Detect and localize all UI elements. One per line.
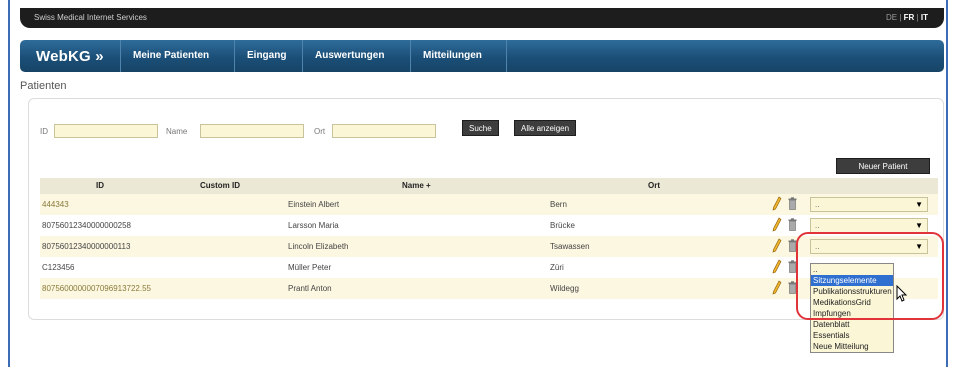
cell-name: Lincoln Elizabeth <box>288 242 349 251</box>
show-all-button[interactable]: Alle anzeigen <box>514 120 577 136</box>
ort-input[interactable] <box>332 124 436 138</box>
cell-ort: Brücke <box>550 221 575 230</box>
name-input[interactable] <box>200 124 304 138</box>
cell-name: Larsson Maria <box>288 221 339 230</box>
id-input[interactable] <box>54 124 158 138</box>
cell-id: 8075600000007096913722.55 <box>42 284 152 293</box>
col-name[interactable]: Name + <box>402 181 431 190</box>
cell-ort: Züri <box>550 263 564 272</box>
edit-pencil-icon[interactable] <box>772 196 782 211</box>
action-select-value: .. <box>815 200 820 209</box>
nav-divider <box>506 40 507 72</box>
new-patient-button[interactable]: Neuer Patient <box>836 158 930 174</box>
brand-name: Swiss Medical Internet Services <box>34 13 147 22</box>
lang-separator: | <box>899 13 902 22</box>
language-switcher: DE | FR | IT <box>886 13 928 22</box>
top-bar: Swiss Medical Internet Services DE | FR … <box>20 8 944 28</box>
mouse-cursor-icon <box>896 285 908 302</box>
edit-pencil-icon[interactable] <box>772 217 782 232</box>
dropdown-option[interactable]: Datenblatt <box>811 319 893 330</box>
delete-trash-icon[interactable] <box>788 218 797 231</box>
col-id[interactable]: ID <box>96 181 104 190</box>
cell-id: 444343 <box>42 200 69 209</box>
cell-name: Müller Peter <box>288 263 332 272</box>
dropdown-option[interactable]: Neue Mitteilung <box>811 341 893 352</box>
cell-ort: Tsawassen <box>550 242 590 251</box>
edit-pencil-icon[interactable] <box>772 280 782 295</box>
delete-trash-icon[interactable] <box>788 197 797 210</box>
cell-name: Einstein Albert <box>288 200 340 209</box>
lang-de[interactable]: DE <box>886 13 897 22</box>
ort-label: Ort <box>314 127 326 136</box>
id-label: ID <box>40 127 48 136</box>
nav-auswertungen[interactable]: Auswertungen <box>302 40 396 72</box>
lang-separator: | <box>916 13 919 22</box>
main-nav: WebKG » Meine Patienten Eingang Auswertu… <box>20 40 944 72</box>
highlight-annotation <box>796 232 944 320</box>
action-select[interactable]: .. ▼ <box>810 197 928 212</box>
action-select[interactable]: .. ▼ <box>810 218 928 233</box>
chevron-down-icon: ▼ <box>915 221 923 230</box>
edit-pencil-icon[interactable] <box>772 238 782 253</box>
col-ort[interactable]: Ort <box>648 181 660 190</box>
nav-mitteilungen[interactable]: Mitteilungen <box>410 40 494 72</box>
dropdown-option[interactable]: Essentials <box>811 330 893 341</box>
cell-ort: Bern <box>550 200 567 209</box>
name-label: Name <box>166 127 188 136</box>
nav-meine-patienten[interactable]: Meine Patienten <box>120 40 221 72</box>
table-header: ID Custom ID Name + Ort <box>40 178 938 194</box>
cell-id: 80756012340000000258 <box>42 221 131 230</box>
cell-id: 80756012340000000113 <box>42 242 131 251</box>
lang-fr[interactable]: FR <box>904 13 915 22</box>
table-row[interactable]: 444343 Einstein Albert Bern .. ▼ <box>40 194 938 215</box>
chevron-down-icon: ▼ <box>915 200 923 209</box>
cell-ort: Wildegg <box>550 284 579 293</box>
app-logo[interactable]: WebKG » <box>36 48 104 65</box>
action-select-value: .. <box>815 221 820 230</box>
col-custom-id[interactable]: Custom ID <box>200 181 240 190</box>
search-button[interactable]: Suche <box>462 120 499 136</box>
cell-name: Prantl Anton <box>288 284 332 293</box>
cell-id: C123456 <box>42 263 75 272</box>
lang-it[interactable]: IT <box>921 13 928 22</box>
edit-pencil-icon[interactable] <box>772 259 782 274</box>
nav-eingang[interactable]: Eingang <box>234 40 298 72</box>
page-title: Patienten <box>20 80 67 92</box>
